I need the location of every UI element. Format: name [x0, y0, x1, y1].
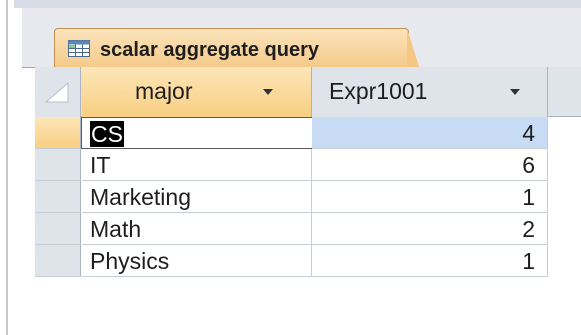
chevron-down-icon[interactable]	[510, 89, 520, 95]
table-row[interactable]: Math 2	[35, 213, 581, 245]
column-header-label: major	[135, 78, 193, 104]
column-header-expr1001[interactable]: Expr1001	[312, 67, 548, 117]
cell-major[interactable]: IT	[82, 149, 312, 181]
record-selector[interactable]	[35, 213, 81, 245]
cell-major[interactable]: Marketing	[82, 181, 312, 213]
pane-divider[interactable]	[6, 0, 8, 335]
selected-text: CS	[90, 121, 124, 147]
record-selector[interactable]	[35, 117, 81, 149]
datasheet: major Expr1001 CS 4 IT 6 Marketing 1 Mat…	[35, 67, 581, 335]
cell-expr1001[interactable]: 6	[312, 149, 548, 181]
column-header-row: major Expr1001	[35, 67, 581, 117]
table-row[interactable]: Physics 1	[35, 245, 581, 277]
record-selector[interactable]	[35, 245, 81, 277]
select-all-button[interactable]	[35, 67, 81, 117]
chevron-down-icon[interactable]	[263, 89, 273, 95]
window-top-strip	[0, 0, 581, 8]
record-selector[interactable]	[35, 149, 81, 181]
table-row[interactable]: IT 6	[35, 149, 581, 181]
cell-major[interactable]: Physics	[82, 245, 312, 277]
cell-expr1001[interactable]: 1	[312, 181, 548, 213]
cell-major[interactable]: Math	[82, 213, 312, 245]
table-row[interactable]: Marketing 1	[35, 181, 581, 213]
cell-expr1001[interactable]: 4	[312, 117, 548, 149]
cell-expr1001[interactable]: 2	[312, 213, 548, 245]
record-selector[interactable]	[35, 181, 81, 213]
tab-scalar-aggregate-query[interactable]: scalar aggregate query	[54, 28, 421, 73]
cell-expr1001[interactable]: 1	[312, 245, 548, 277]
select-all-triangle-icon	[44, 81, 69, 103]
cell-major[interactable]: CS	[81, 117, 313, 149]
navigation-pane-edge	[0, 0, 14, 335]
column-header-label: Expr1001	[329, 78, 428, 104]
access-window: scalar aggregate query major Expr1001 CS…	[0, 0, 581, 335]
document-tab-bar: scalar aggregate query	[22, 8, 581, 73]
table-row[interactable]: CS 4	[35, 117, 581, 149]
tab-title: scalar aggregate query	[100, 39, 319, 61]
query-datasheet-icon	[68, 40, 90, 57]
column-header-major[interactable]: major	[82, 67, 312, 117]
